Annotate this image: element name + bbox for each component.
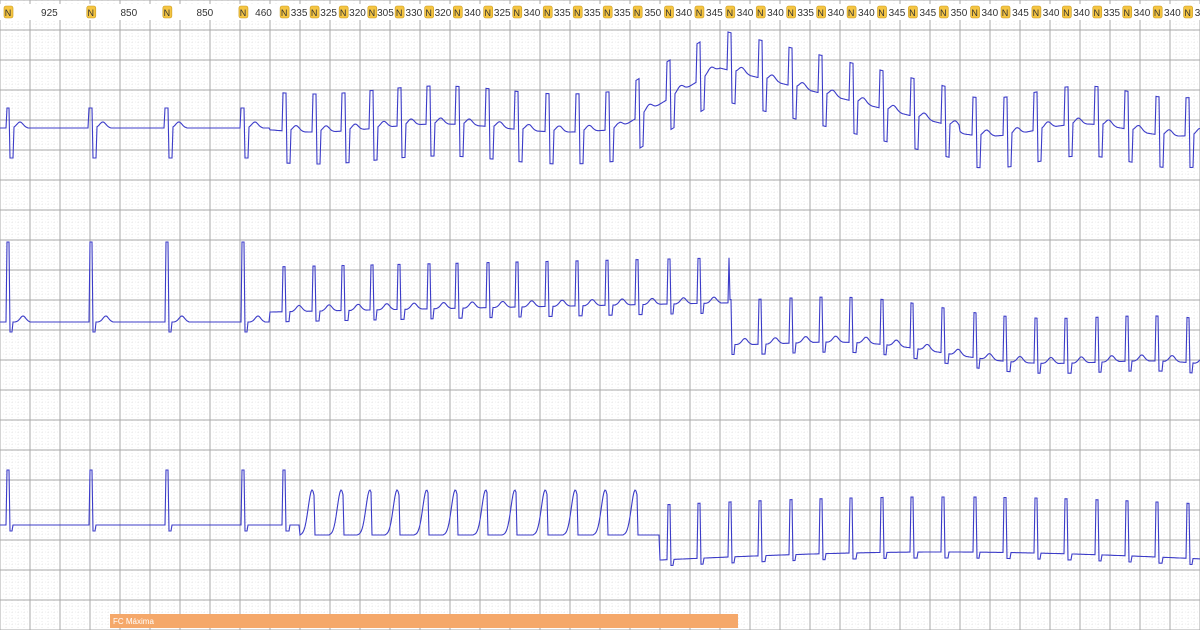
event-bar: FC Máxima bbox=[110, 614, 738, 628]
beat-type-label: N bbox=[1184, 8, 1191, 18]
beat-type-label: N bbox=[396, 8, 403, 18]
rr-interval-label: 345 bbox=[706, 8, 723, 19]
beat-type-label: N bbox=[634, 8, 641, 18]
beat-type-label: N bbox=[787, 8, 794, 18]
beat-type-label: N bbox=[909, 8, 916, 18]
beat-type-label: N bbox=[757, 8, 764, 18]
beat-type-label: N bbox=[574, 8, 581, 18]
beat-type-label: N bbox=[604, 8, 611, 18]
rr-interval-label: 340 bbox=[828, 8, 845, 19]
rr-interval-label: 340 bbox=[1073, 8, 1090, 19]
beat-type-label: N bbox=[240, 8, 247, 18]
rr-interval-label: 350 bbox=[645, 8, 662, 19]
beat-type-label: N bbox=[484, 8, 491, 18]
beat-type-label: N bbox=[940, 8, 947, 18]
rr-interval-label: 335 bbox=[797, 8, 814, 19]
rr-interval-label: 340 bbox=[1043, 8, 1060, 19]
rr-interval-label: 340 bbox=[737, 8, 754, 19]
rr-interval-label: 340 bbox=[464, 8, 481, 19]
event-bar-fc-maxima[interactable] bbox=[110, 614, 738, 628]
rr-interval-label: 335 bbox=[614, 8, 631, 19]
beat-type-label: N bbox=[340, 8, 347, 18]
beat-type-label: N bbox=[1124, 8, 1131, 18]
beat-type-label: N bbox=[311, 8, 318, 18]
rr-interval-label: 325 bbox=[494, 8, 511, 19]
rr-interval-label: 320 bbox=[435, 8, 452, 19]
beat-type-label: N bbox=[514, 8, 521, 18]
beat-type-label: N bbox=[1094, 8, 1101, 18]
beat-type-label: N bbox=[369, 8, 376, 18]
rr-interval-label: 340 bbox=[981, 8, 998, 19]
rr-interval-label: 345 bbox=[889, 8, 906, 19]
rr-interval-label: 340 bbox=[1164, 8, 1181, 19]
rr-interval-label: 345 bbox=[919, 8, 936, 19]
rr-interval-label: 305 bbox=[377, 8, 394, 19]
rr-interval-label: 325 bbox=[320, 8, 337, 19]
rr-interval-label: 340 bbox=[675, 8, 692, 19]
event-label: FC Máxima bbox=[113, 617, 154, 626]
beat-type-label: N bbox=[1154, 8, 1161, 18]
beat-marker-row: N 925 N 850 N 850 N 460 N 335 N 325 N 320 N 305 N 330 N 320… bbox=[0, 4, 1200, 20]
beat-type-label: N bbox=[971, 8, 978, 18]
beat-type-label: N bbox=[1002, 8, 1009, 18]
beat-type-label: N bbox=[544, 8, 551, 18]
rr-interval-label: 345 bbox=[1195, 8, 1200, 19]
rr-interval-label: 335 bbox=[584, 8, 601, 19]
rr-interval-label: 330 bbox=[406, 8, 423, 19]
beat-type-label: N bbox=[848, 8, 855, 18]
beat-type-label: N bbox=[665, 8, 672, 18]
rr-interval-label: 340 bbox=[858, 8, 875, 19]
beat-type-label: N bbox=[5, 8, 12, 18]
rr-interval-label: 345 bbox=[1012, 8, 1029, 19]
beat-type-label: N bbox=[1033, 8, 1040, 18]
beat-type-label: N bbox=[164, 8, 171, 18]
beat-type-label: N bbox=[1063, 8, 1070, 18]
beat-type-label: N bbox=[425, 8, 432, 18]
beat-type-label: N bbox=[727, 8, 734, 18]
beat-type-label: N bbox=[88, 8, 95, 18]
rr-interval-label: 335 bbox=[1103, 8, 1120, 19]
rr-interval-label: 850 bbox=[197, 8, 214, 19]
ecg-chart: N 925 N 850 N 850 N 460 N 335 N 325 N 320 N 305 N 330 N 320… bbox=[0, 0, 1200, 630]
beat-type-label: N bbox=[817, 8, 824, 18]
rr-interval-label: 850 bbox=[120, 8, 137, 19]
ecg-grid bbox=[0, 0, 1200, 630]
beat-type-label: N bbox=[878, 8, 885, 18]
beat-type-label: N bbox=[696, 8, 703, 18]
rr-interval-label: 335 bbox=[554, 8, 571, 19]
rr-interval-label: 335 bbox=[291, 8, 308, 19]
rr-interval-label: 460 bbox=[255, 8, 272, 19]
rr-interval-label: 340 bbox=[524, 8, 541, 19]
rr-interval-label: 320 bbox=[349, 8, 366, 19]
rr-interval-label: 340 bbox=[1134, 8, 1151, 19]
rr-interval-label: 340 bbox=[767, 8, 784, 19]
rr-interval-label: 350 bbox=[951, 8, 968, 19]
beat-type-label: N bbox=[281, 8, 288, 18]
beat-type-label: N bbox=[454, 8, 461, 18]
rr-interval-label: 925 bbox=[41, 8, 58, 19]
